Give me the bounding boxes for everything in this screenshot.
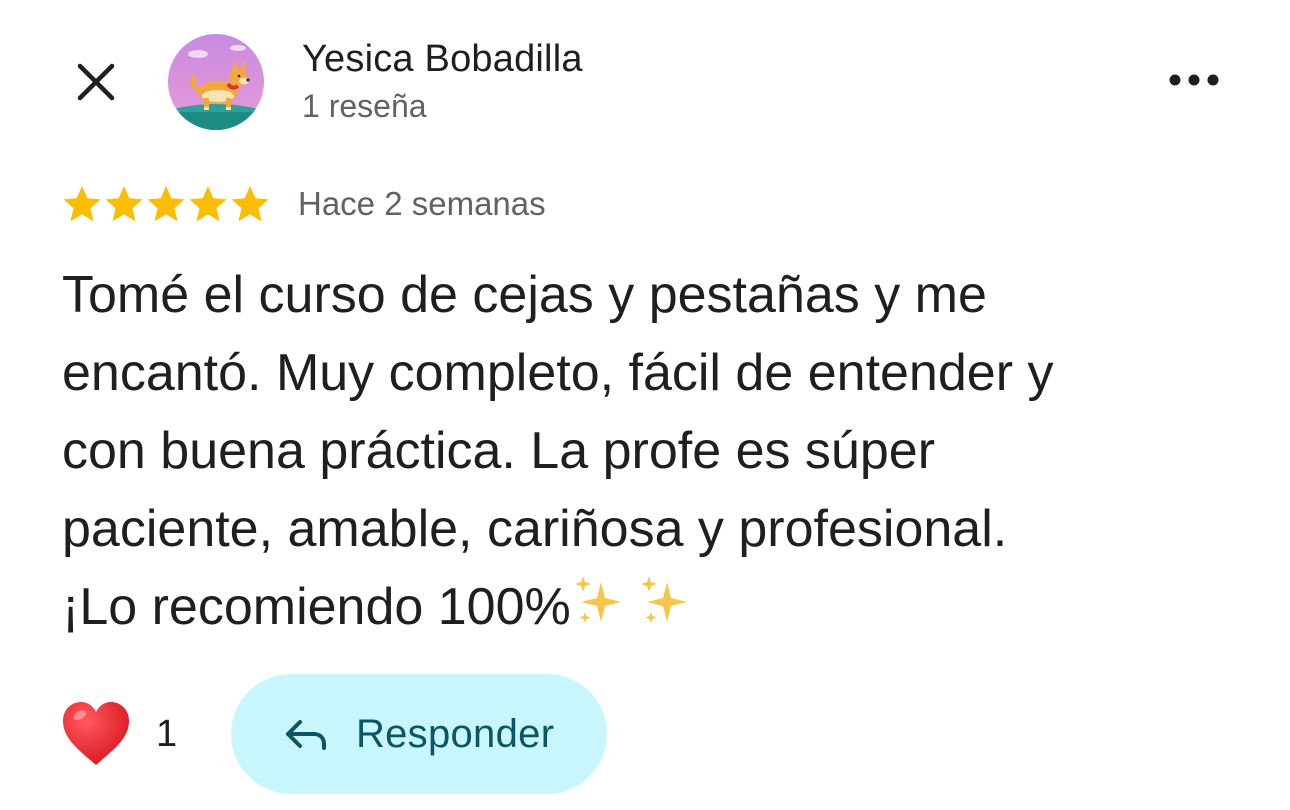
heart-icon [63,702,129,765]
review-text: Tomé el curso de cejas y pestañas y me e… [62,256,1262,652]
reply-arrow-icon [285,720,326,750]
corgi-avatar-icon [168,34,264,130]
star-rating [62,184,270,224]
avatar[interactable] [168,34,264,130]
review-body: Tomé el curso de cejas y pestañas y me e… [62,266,1054,636]
star-icon [147,186,185,222]
like-count: 1 [156,712,178,755]
rating-row: Hace 2 semanas [62,182,546,226]
star-icon [63,186,101,222]
review-count: 1 reseña [302,88,427,124]
more-horizontal-icon [1169,74,1219,86]
more-options-button[interactable] [1162,56,1226,104]
author-name[interactable]: Yesica Bobadilla [302,38,583,81]
close-button[interactable] [66,52,126,112]
reply-label: Responder [355,711,555,756]
like-button[interactable]: 1 [60,699,177,769]
star-icon [189,186,227,222]
close-icon [77,63,115,101]
reply-button[interactable]: Responder [231,674,608,794]
review-date: Hace 2 semanas [298,185,546,222]
review-actions: 1 Responder [60,674,608,794]
star-icon [231,186,269,222]
sparkles-icon [571,570,701,652]
star-icon [105,186,143,222]
review-card: Yesica Bobadilla 1 reseña Hace 2 semanas… [0,0,1290,810]
